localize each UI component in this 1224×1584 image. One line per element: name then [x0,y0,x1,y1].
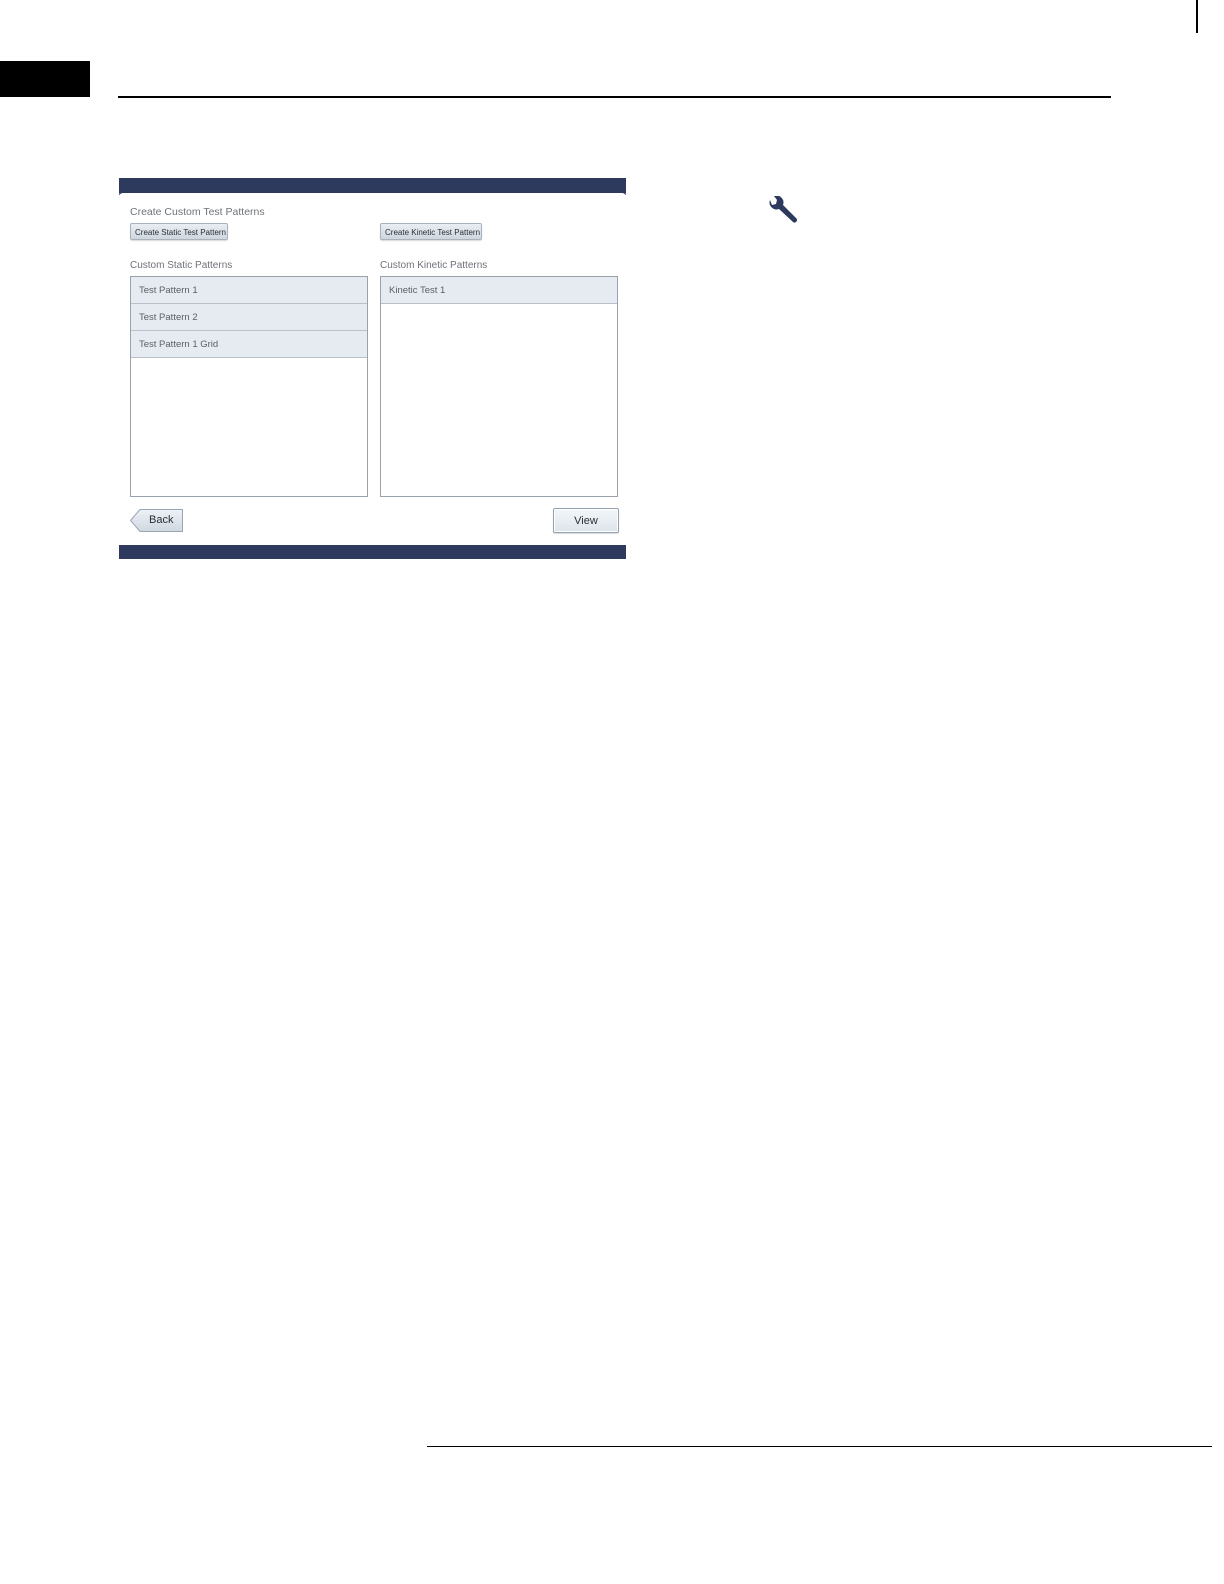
list-item[interactable]: Test Pattern 1 [131,277,367,304]
view-button[interactable]: View [553,508,619,533]
wrench-icon [766,195,798,226]
custom-test-patterns-window: Create Custom Test Patterns Create Stati… [119,178,626,559]
page-corner-tab [0,61,90,97]
create-kinetic-test-pattern-button[interactable]: Create Kinetic Test Pattern [380,223,482,240]
kinetic-patterns-label: Custom Kinetic Patterns [380,260,488,271]
back-button[interactable]: Back [130,509,183,532]
list-item[interactable]: Test Pattern 1 Grid [131,331,367,358]
static-patterns-list[interactable]: Test Pattern 1 Test Pattern 2 Test Patte… [130,276,368,497]
back-button-label: Back [149,514,174,526]
page-edge-rule [1196,0,1198,33]
list-item[interactable]: Test Pattern 2 [131,304,367,331]
window-top-curve [119,193,626,197]
static-patterns-label: Custom Static Patterns [130,260,233,271]
create-static-test-pattern-button[interactable]: Create Static Test Pattern [130,223,228,240]
section-title: Create Custom Test Patterns [130,206,265,218]
window-top-bar [119,178,626,193]
list-item[interactable]: Kinetic Test 1 [381,277,617,304]
header-rule [118,96,1111,98]
window-bottom-bar [119,545,626,559]
kinetic-patterns-list[interactable]: Kinetic Test 1 [380,276,618,497]
footer-rule [427,1446,1212,1447]
